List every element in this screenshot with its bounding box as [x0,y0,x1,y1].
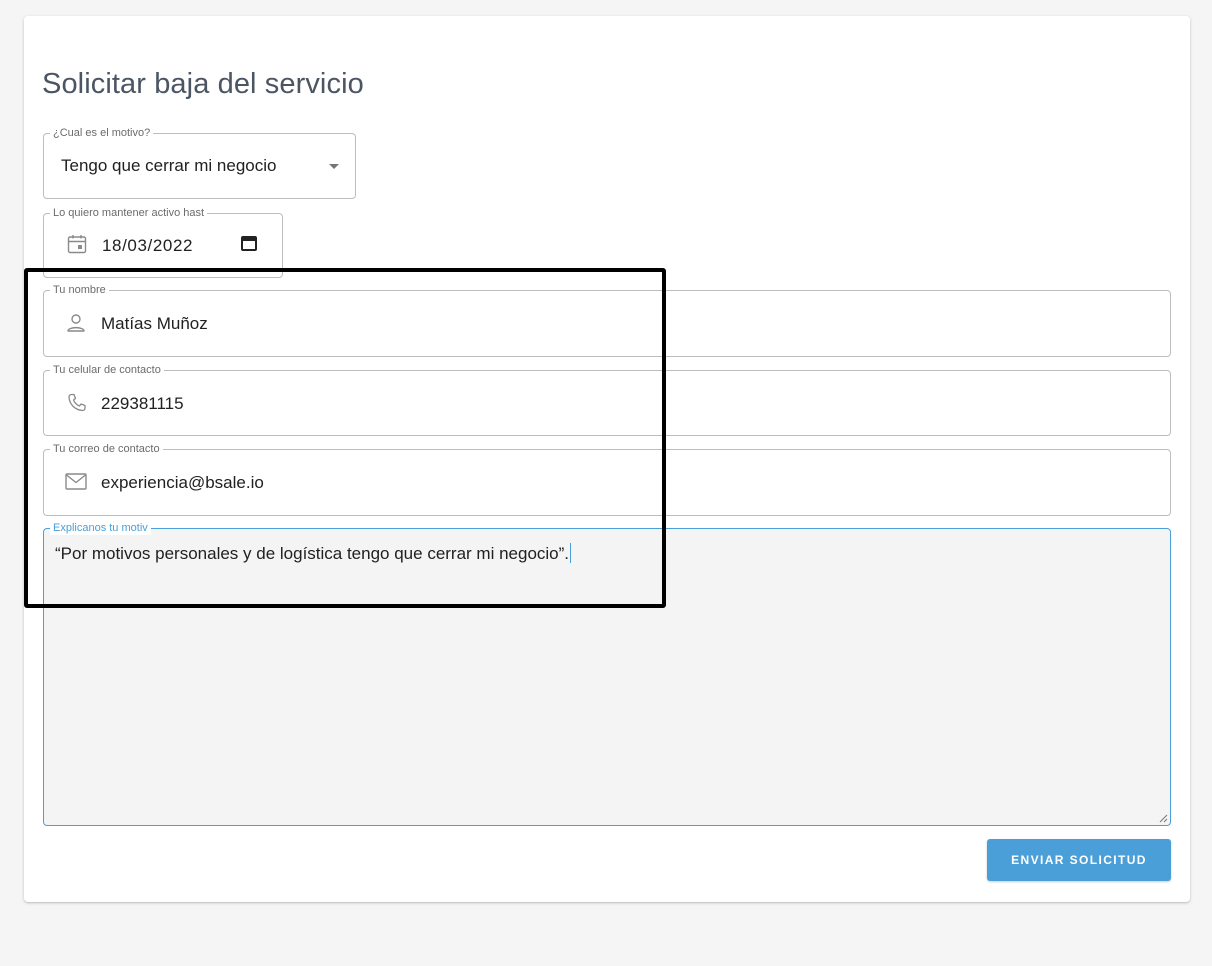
page-title: Solicitar baja del servicio [42,68,364,100]
text-caret [570,543,572,563]
nombre-field[interactable]: Tu nombre Matías Muñoz [43,284,1171,357]
phone-icon [68,393,86,412]
explicacion-textarea[interactable]: Explicanos tu motiv “Por motivos persona… [43,522,1171,826]
correo-field[interactable]: Tu correo de contacto experiencia@bsale.… [43,443,1171,516]
person-icon [67,314,85,332]
mail-icon [65,473,87,490]
resize-handle-icon[interactable] [1158,813,1168,823]
correo-label: Tu correo de contacto [50,443,163,456]
explicacion-label: Explicanos tu motiv [50,522,151,535]
submit-button[interactable]: ENVIAR SOLICITUD [987,839,1171,881]
calendar-picker-icon[interactable] [239,233,259,253]
motivo-value: Tengo que cerrar mi negocio [61,156,277,175]
correo-value[interactable]: experiencia@bsale.io [101,473,264,493]
motivo-select[interactable]: ¿Cual es el motivo? Tengo que cerrar mi … [43,127,356,199]
nombre-value[interactable]: Matías Muñoz [101,314,208,334]
fecha-label: Lo quiero mantener activo hast [50,207,208,220]
motivo-label: ¿Cual es el motivo? [50,127,154,140]
dropdown-arrow-icon[interactable] [328,163,340,171]
explicacion-value[interactable]: “Por motivos personales y de logística t… [55,543,572,564]
form-card: Solicitar baja del servicio ¿Cual es el … [24,16,1190,902]
celular-field[interactable]: Tu celular de contacto 229381115 [43,364,1171,436]
fecha-value[interactable]: 18/03/2022 [102,236,193,256]
calendar-icon [67,235,87,254]
fecha-field[interactable]: Lo quiero mantener activo hast 18/03/202… [43,207,283,278]
celular-label: Tu celular de contacto [50,364,164,377]
celular-value[interactable]: 229381115 [101,394,184,414]
nombre-label: Tu nombre [50,284,109,297]
